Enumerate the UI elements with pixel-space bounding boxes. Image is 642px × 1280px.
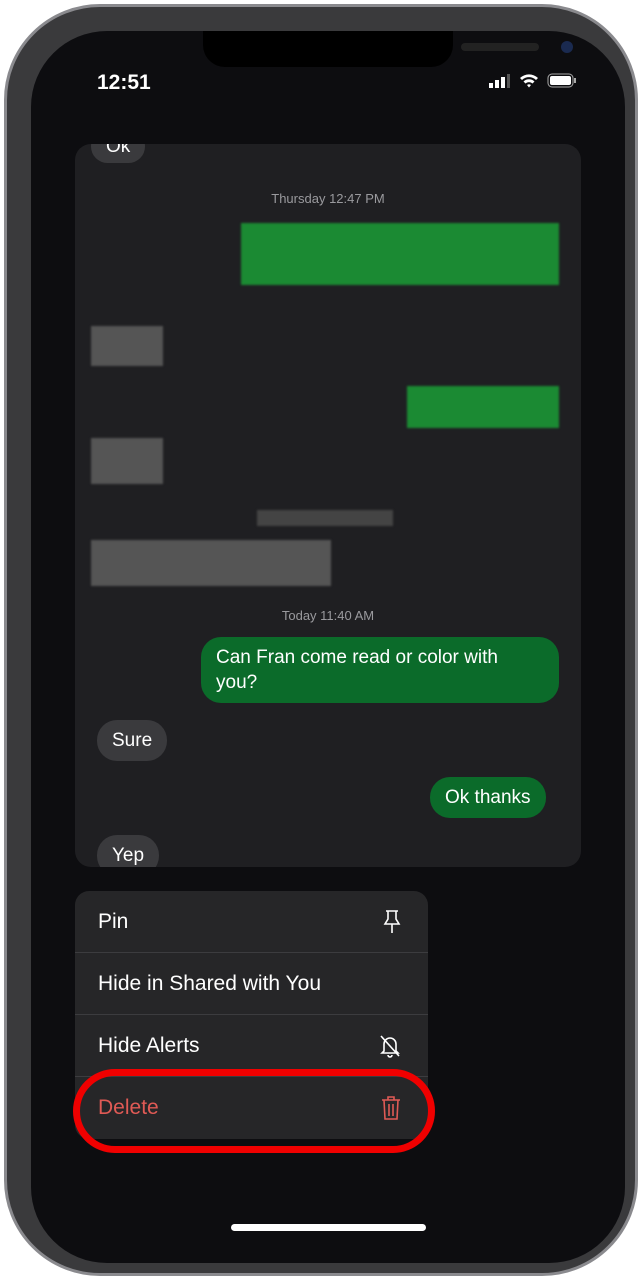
pin-icon bbox=[383, 909, 401, 933]
message-bubble-outgoing: Can Fran come read or color with you? bbox=[201, 637, 559, 703]
message-bubble-incoming: Yep bbox=[97, 835, 160, 867]
notch bbox=[203, 31, 573, 67]
blurred-message bbox=[91, 438, 163, 484]
message-bubble-incoming: Sure bbox=[97, 720, 168, 761]
status-time: 12:51 bbox=[97, 71, 151, 94]
battery-icon bbox=[547, 73, 576, 88]
cellular-signal-icon bbox=[489, 73, 510, 88]
screen: 12:51 Ok Thursday 12:47 PM Today 11:40 A… bbox=[31, 31, 625, 1263]
home-indicator[interactable] bbox=[231, 1224, 426, 1231]
blurred-message bbox=[407, 386, 559, 428]
menu-item-hide-in-shared[interactable]: Hide in Shared with You bbox=[75, 953, 428, 1015]
menu-item-hide-alerts[interactable]: Hide Alerts bbox=[75, 1015, 428, 1077]
highlight-ring bbox=[73, 1069, 435, 1153]
menu-item-pin[interactable]: Pin bbox=[75, 891, 428, 953]
status-icons bbox=[489, 73, 577, 88]
blurred-message bbox=[91, 326, 163, 366]
timestamp: Thursday 12:47 PM bbox=[271, 191, 385, 206]
phone-frame: 12:51 Ok Thursday 12:47 PM Today 11:40 A… bbox=[4, 4, 638, 1276]
blurred-message bbox=[91, 540, 331, 586]
message-bubble-outgoing: Ok thanks bbox=[430, 777, 546, 818]
wifi-icon bbox=[520, 74, 538, 88]
blurred-message bbox=[241, 223, 559, 285]
bell-slash-icon bbox=[380, 1034, 400, 1058]
conversation-preview[interactable]: Ok Thursday 12:47 PM Today 11:40 AM Can … bbox=[75, 144, 581, 867]
timestamp: Today 11:40 AM bbox=[281, 608, 375, 623]
message-bubble-incoming: Ok bbox=[91, 144, 146, 163]
blurred-message bbox=[257, 510, 393, 526]
